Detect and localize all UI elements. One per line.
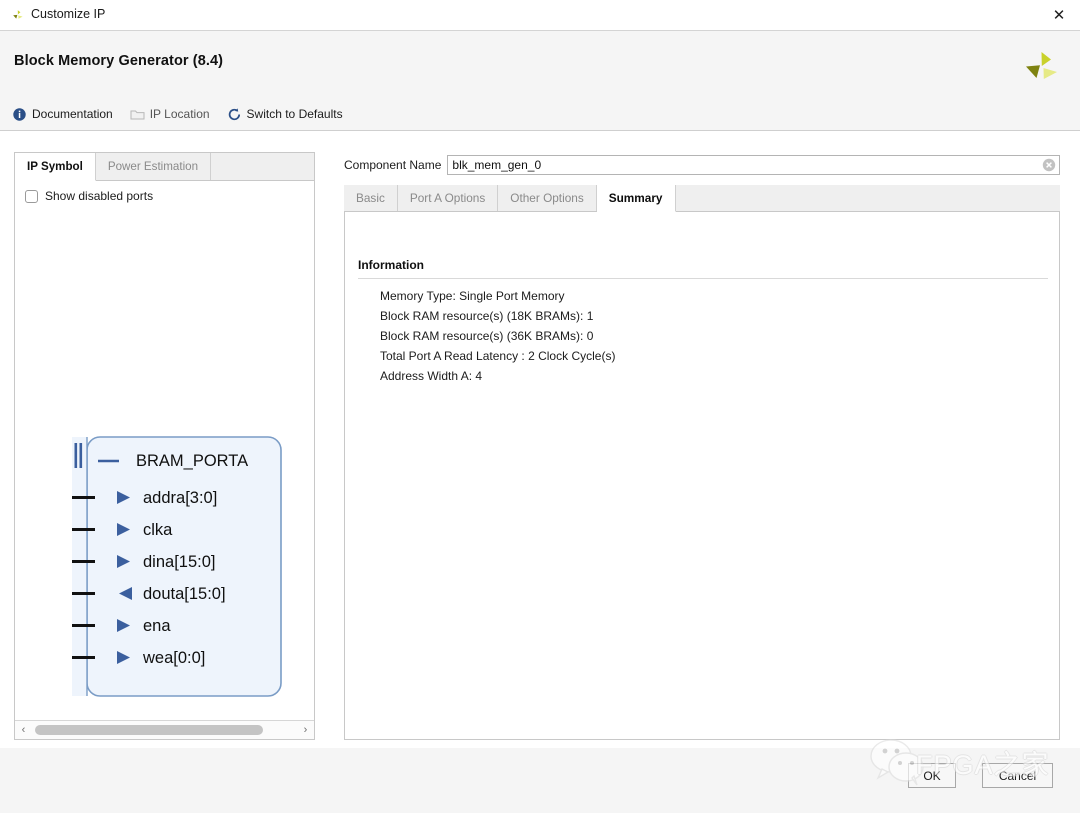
cancel-button[interactable]: Cancel bbox=[982, 763, 1053, 788]
window-title-bar: Customize IP ✕ bbox=[0, 0, 1080, 31]
xilinx-pinwheel-logo-icon bbox=[1020, 47, 1062, 89]
right-tab-bar: Basic Port A Options Other Options Summa… bbox=[344, 185, 1060, 212]
show-disabled-ports-checkbox[interactable]: Show disabled ports bbox=[25, 189, 153, 203]
info-circle-icon bbox=[12, 107, 27, 122]
checkbox-box[interactable] bbox=[25, 189, 38, 203]
info-line-bram-18k: Block RAM resource(s) (18K BRAMs): 1 bbox=[380, 309, 594, 323]
ip-location-button[interactable]: IP Location bbox=[130, 107, 210, 122]
information-list: Memory Type: Single Port Memory Block RA… bbox=[380, 286, 1020, 386]
symbol-port-addra: addra[3:0] bbox=[143, 489, 218, 507]
tab-other-options[interactable]: Other Options bbox=[498, 185, 597, 211]
scrollbar-track[interactable] bbox=[32, 721, 297, 739]
info-line-bram-36k: Block RAM resource(s) (36K BRAMs): 0 bbox=[380, 329, 594, 343]
tab-ip-symbol[interactable]: IP Symbol bbox=[15, 153, 96, 181]
scrollbar-thumb[interactable] bbox=[35, 725, 263, 735]
scroll-right-arrow-icon[interactable]: › bbox=[297, 721, 314, 739]
options-panel: Basic Port A Options Other Options Summa… bbox=[344, 185, 1060, 740]
summary-tab-content: Information Memory Type: Single Port Mem… bbox=[344, 212, 1060, 740]
left-panel-horizontal-scrollbar[interactable]: ‹ › bbox=[15, 720, 314, 739]
refresh-icon bbox=[227, 107, 242, 122]
tab-basic[interactable]: Basic bbox=[344, 185, 398, 211]
symbol-port-dina: dina[15:0] bbox=[143, 553, 216, 571]
folder-icon bbox=[130, 107, 145, 122]
component-name-input[interactable] bbox=[447, 155, 1060, 175]
symbol-port-clka: clka bbox=[143, 521, 173, 539]
window-title: Customize IP bbox=[31, 7, 106, 21]
tab-port-a-options[interactable]: Port A Options bbox=[398, 185, 499, 211]
ok-button[interactable]: OK bbox=[908, 763, 956, 788]
symbol-port-wea: wea[0:0] bbox=[143, 649, 206, 667]
documentation-label: Documentation bbox=[32, 107, 113, 121]
symbol-port-douta: douta[15:0] bbox=[143, 585, 226, 603]
left-tab-bar: IP Symbol Power Estimation bbox=[15, 153, 314, 181]
tab-power-estimation[interactable]: Power Estimation bbox=[96, 153, 212, 180]
component-name-row: Component Name bbox=[344, 155, 1060, 175]
ip-symbol-panel: IP Symbol Power Estimation Show disabled… bbox=[14, 152, 315, 740]
tab-summary[interactable]: Summary bbox=[596, 185, 676, 212]
page-title: Block Memory Generator (8.4) bbox=[14, 53, 224, 69]
information-divider bbox=[358, 278, 1048, 279]
symbol-port-ena: ena bbox=[143, 617, 171, 635]
component-name-field-wrap bbox=[447, 155, 1060, 175]
information-heading: Information bbox=[358, 258, 424, 272]
toolbar: Documentation IP Location Switch to Defa… bbox=[12, 103, 343, 125]
show-disabled-ports-label: Show disabled ports bbox=[45, 189, 154, 203]
info-line-read-latency: Total Port A Read Latency : 2 Clock Cycl… bbox=[380, 349, 616, 363]
symbol-bus-label: BRAM_PORTA bbox=[136, 452, 249, 470]
switch-to-defaults-label: Switch to Defaults bbox=[246, 107, 343, 121]
info-line-memory-type: Memory Type: Single Port Memory bbox=[380, 289, 565, 303]
ip-location-label: IP Location bbox=[149, 107, 210, 121]
scroll-left-arrow-icon[interactable]: ‹ bbox=[15, 721, 32, 739]
ip-symbol-diagram: BRAM_PORTA addra[3:0] clka dina[15:0] do… bbox=[15, 211, 314, 719]
vivado-logo-icon bbox=[10, 8, 26, 24]
clear-circle-icon[interactable] bbox=[1042, 158, 1056, 172]
documentation-button[interactable]: Documentation bbox=[12, 107, 113, 122]
component-name-label: Component Name bbox=[344, 158, 442, 172]
switch-to-defaults-button[interactable]: Switch to Defaults bbox=[227, 107, 343, 122]
info-line-address-width: Address Width A: 4 bbox=[380, 369, 483, 383]
close-icon[interactable]: ✕ bbox=[1044, 4, 1074, 27]
